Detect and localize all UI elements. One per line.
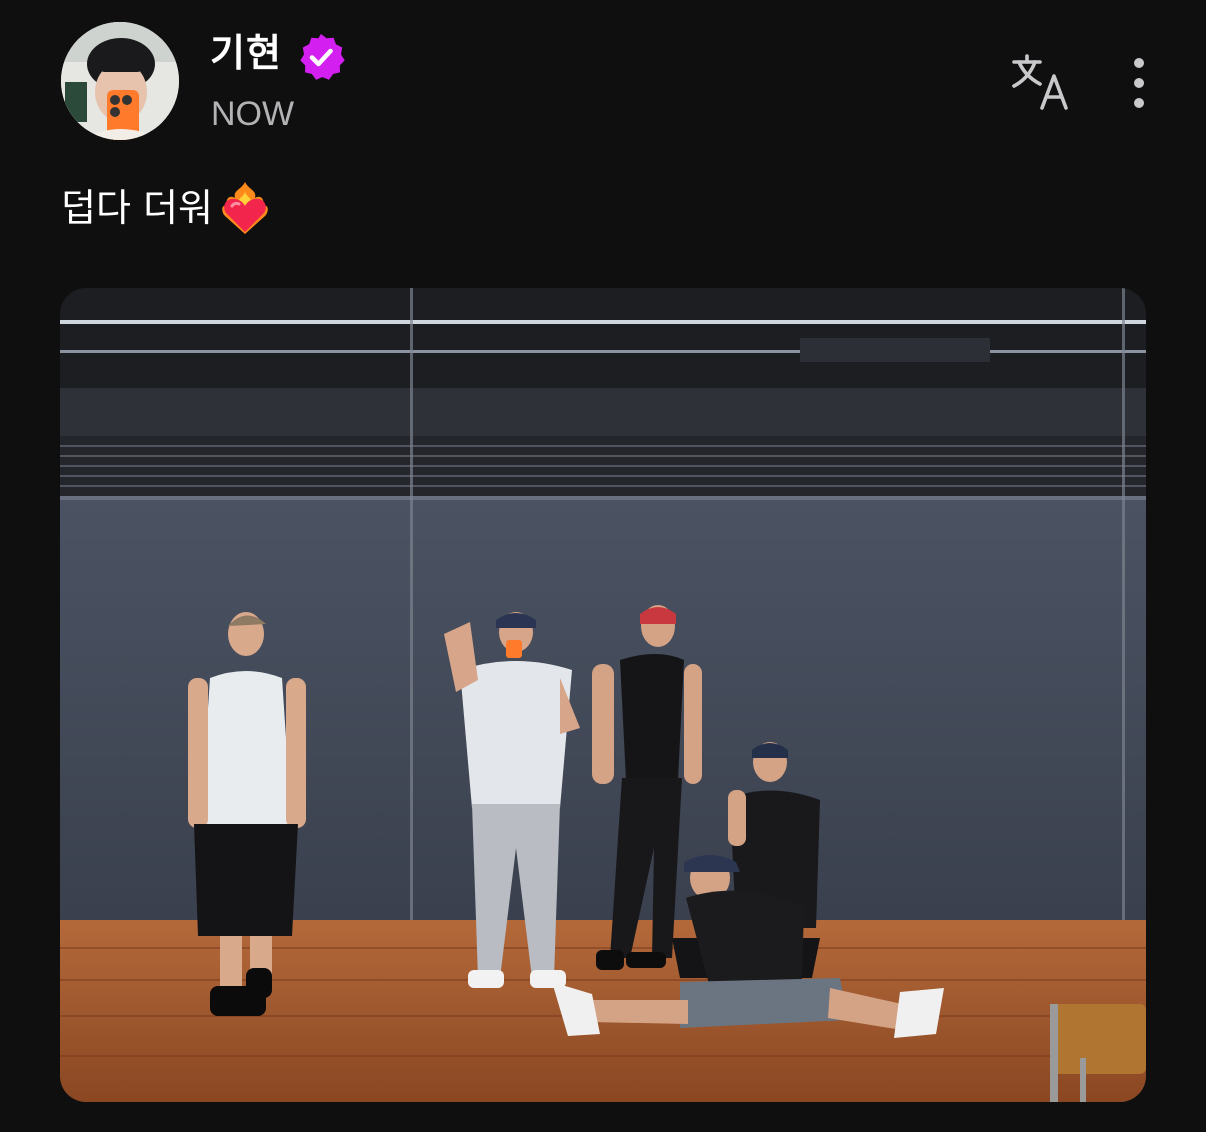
- post-card: 기현 NOW 덥다 더워: [0, 0, 1206, 1132]
- post-caption: 덥다 더워: [61, 178, 271, 238]
- author-name[interactable]: 기현: [210, 28, 282, 78]
- avatar-image: [61, 22, 179, 140]
- translate-icon[interactable]: [1010, 54, 1072, 112]
- verified-badge-icon: [300, 34, 345, 80]
- more-vertical-icon[interactable]: [1122, 54, 1156, 114]
- timestamp: NOW: [211, 95, 295, 133]
- avatar[interactable]: [61, 22, 179, 140]
- dance-practice-room-photo: [60, 288, 1146, 1102]
- caption-text: 덥다 더워: [61, 186, 213, 230]
- heart-on-fire-icon: [222, 182, 268, 234]
- post-photo[interactable]: [60, 288, 1146, 1102]
